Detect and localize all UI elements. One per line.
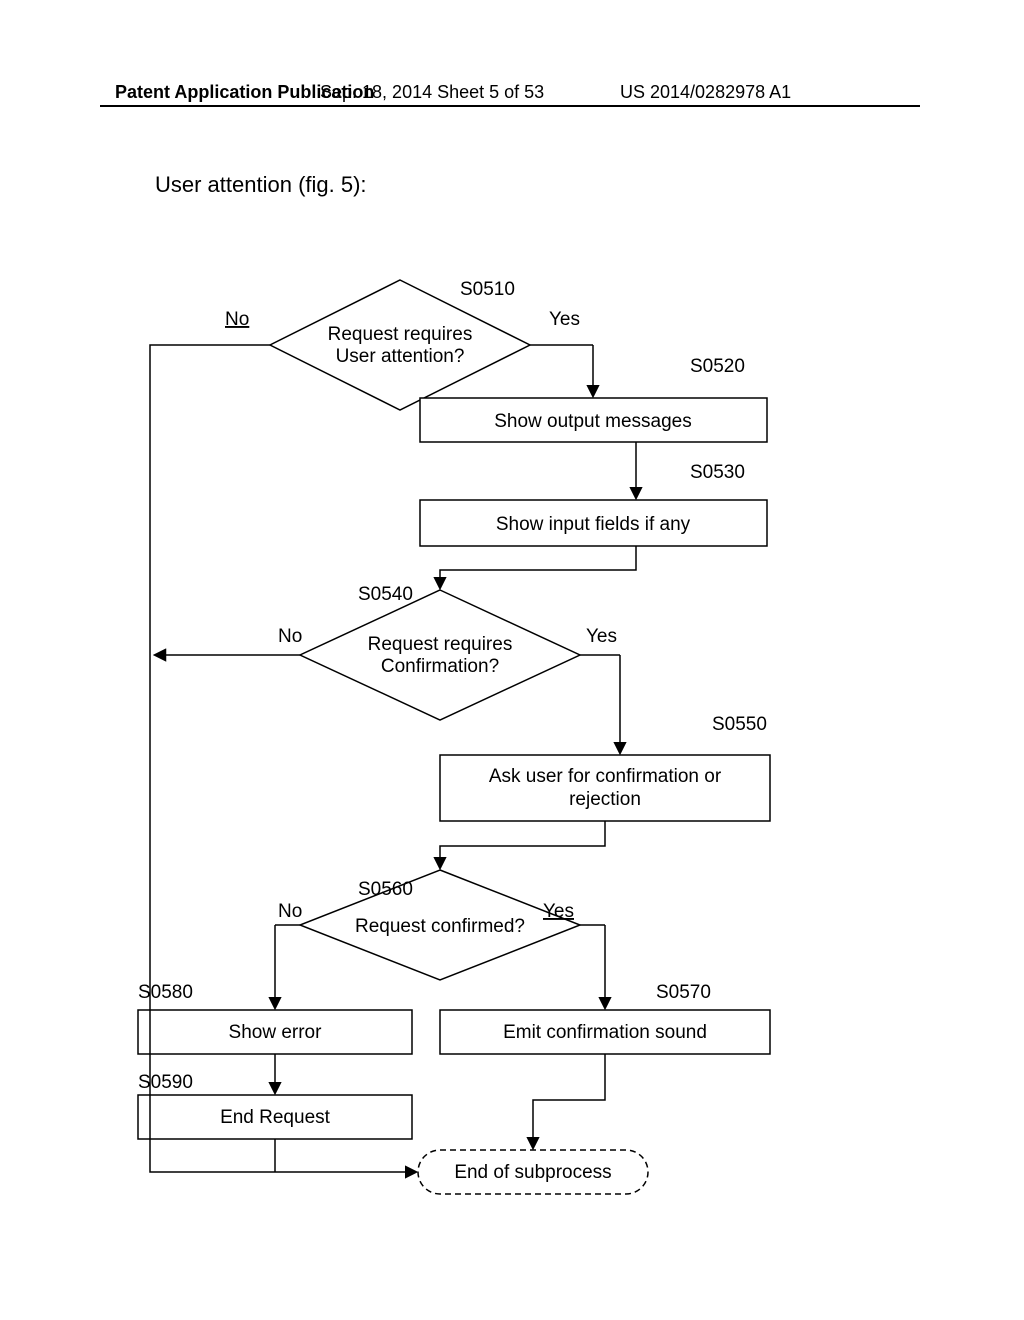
ref-S0510: S0510 [460,279,515,300]
label-d1-no: No [225,309,249,330]
decision-user-attention-line1: Request requires [328,324,473,345]
edge-p4-end [533,1054,605,1148]
process-show-input-fields-text: Show input fields if any [496,514,691,535]
decision-confirmed: Request confirmed? [300,870,580,980]
decision-confirmation-line2: Confirmation? [381,656,499,677]
label-d2-no: No [278,626,302,647]
process-show-error: Show error [138,1010,412,1054]
label-d3-no: No [278,901,302,922]
terminator-end-subprocess: End of subprocess [418,1150,648,1194]
ref-S0590: S0590 [138,1072,193,1093]
process-emit-sound: Emit confirmation sound [440,1010,770,1054]
label-d3-yes: Yes [543,901,574,922]
process-ask-confirmation-line2: rejection [569,789,641,810]
ref-S0520: S0520 [690,356,745,377]
flowchart: Request requires User attention? S0510 S… [0,0,1024,1320]
label-d2-yes: Yes [586,626,617,647]
process-show-output-messages-text: Show output messages [494,411,692,432]
decision-confirmation: Request requires Confirmation? [300,590,580,720]
edge-p3-d3 [440,821,605,868]
ref-S0560: S0560 [358,879,413,900]
ref-S0540: S0540 [358,584,413,605]
process-end-request-text: End Request [220,1107,331,1128]
process-ask-confirmation: Ask user for confirmation or rejection [440,755,770,821]
process-end-request: End Request [138,1095,412,1139]
process-show-output-messages: Show output messages [420,398,767,442]
ref-S0570: S0570 [656,982,711,1003]
edge-p2-d2 [440,546,636,588]
label-d1-yes: Yes [549,309,580,330]
process-show-input-fields: Show input fields if any [420,500,767,546]
ref-S0550: S0550 [712,714,767,735]
ref-S0580: S0580 [138,982,193,1003]
decision-confirmed-text: Request confirmed? [355,916,525,937]
ref-S0530: S0530 [690,462,745,483]
decision-user-attention-line2: User attention? [336,346,465,367]
process-ask-confirmation-line1: Ask user for confirmation or [489,766,722,787]
process-show-error-text: Show error [229,1022,323,1043]
process-emit-sound-text: Emit confirmation sound [503,1022,707,1043]
decision-confirmation-line1: Request requires [368,634,513,655]
terminator-end-subprocess-text: End of subprocess [454,1162,611,1183]
